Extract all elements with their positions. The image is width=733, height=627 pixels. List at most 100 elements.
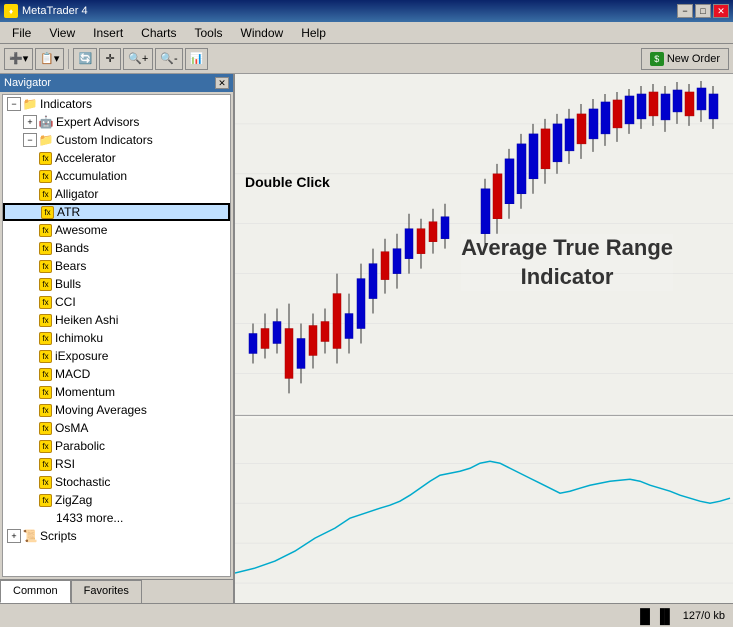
main-content: Navigator ✕ − 📁 Indicators + 🤖 Expert Ad…	[0, 74, 733, 603]
maximize-button[interactable]: □	[695, 4, 711, 18]
tree-item-rsi[interactable]: fx RSI	[3, 455, 230, 473]
navigator-tree: − 📁 Indicators + 🤖 Expert Advisors − 📁 C…	[2, 94, 231, 577]
atr-label: ATR	[57, 205, 80, 219]
toolbar-sep-1	[68, 49, 69, 69]
tree-item-bulls[interactable]: fx Bulls	[3, 275, 230, 293]
cci-label: CCI	[55, 295, 76, 309]
toolbar-btn-zoom-in[interactable]: 🔍+	[123, 48, 153, 70]
menu-insert[interactable]: Insert	[85, 24, 131, 42]
new-order-button[interactable]: $ New Order	[641, 48, 729, 70]
tree-item-iexposure[interactable]: fx iExposure	[3, 347, 230, 365]
toolbar-btn-open[interactable]: 📋▾	[35, 48, 64, 70]
menu-help[interactable]: Help	[293, 24, 334, 42]
tree-item-momentum[interactable]: fx Momentum	[3, 383, 230, 401]
chart-svg	[235, 74, 733, 603]
tree-item-ichimoku[interactable]: fx Ichimoku	[3, 329, 230, 347]
toolbar-btn-crosshair[interactable]: ✛	[99, 48, 121, 70]
awesome-icon: fx	[39, 224, 52, 237]
tree-item-bands[interactable]: fx Bands	[3, 239, 230, 257]
macd-icon: fx	[39, 368, 52, 381]
tree-expert-advisors[interactable]: + 🤖 Expert Advisors	[3, 113, 230, 131]
tree-item-more[interactable]: 1433 more...	[3, 509, 230, 527]
tree-item-moving-averages[interactable]: fx Moving Averages	[3, 401, 230, 419]
stochastic-label: Stochastic	[55, 475, 110, 489]
tree-item-accelerator[interactable]: fx Accelerator	[3, 149, 230, 167]
zigzag-icon: fx	[39, 494, 52, 507]
new-order-label: New Order	[667, 53, 720, 65]
tree-item-cci[interactable]: fx CCI	[3, 293, 230, 311]
chart-area[interactable]: Double Click Average True Range Indicato…	[235, 74, 733, 603]
ichimoku-icon: fx	[39, 332, 52, 345]
menu-tools[interactable]: Tools	[187, 24, 231, 42]
tree-custom-indicators[interactable]: − 📁 Custom Indicators	[3, 131, 230, 149]
title-bar-left: ♦ MetaTrader 4	[4, 4, 88, 18]
tab-common[interactable]: Common	[0, 580, 71, 603]
accumulation-label: Accumulation	[55, 169, 127, 183]
tree-item-alligator[interactable]: fx Alligator	[3, 185, 230, 203]
tree-item-stochastic[interactable]: fx Stochastic	[3, 473, 230, 491]
tree-item-heiken-ashi[interactable]: fx Heiken Ashi	[3, 311, 230, 329]
toolbar-btn-new[interactable]: ➕▾	[4, 48, 33, 70]
atr-label-line2: Indicator	[461, 263, 673, 292]
navigator-header: Navigator ✕	[0, 74, 233, 92]
expand-custom[interactable]: −	[23, 133, 37, 147]
bands-icon: fx	[39, 242, 52, 255]
osma-icon: fx	[39, 422, 52, 435]
minimize-button[interactable]: −	[677, 4, 693, 18]
awesome-label: Awesome	[55, 223, 107, 237]
expand-scripts[interactable]: +	[7, 529, 21, 543]
navigator-close-button[interactable]: ✕	[215, 77, 229, 89]
tree-item-atr[interactable]: fx ATR	[3, 203, 230, 221]
tree-item-macd[interactable]: fx MACD	[3, 365, 230, 383]
tree-indicators[interactable]: − 📁 Indicators	[3, 95, 230, 113]
tree-item-parabolic[interactable]: fx Parabolic	[3, 437, 230, 455]
atr-label-line1: Average True Range	[461, 234, 673, 263]
menu-bar: File View Insert Charts Tools Window Hel…	[0, 22, 733, 44]
parabolic-label: Parabolic	[55, 439, 105, 453]
tree-item-awesome[interactable]: fx Awesome	[3, 221, 230, 239]
momentum-label: Momentum	[55, 385, 115, 399]
navigator-panel: Navigator ✕ − 📁 Indicators + 🤖 Expert Ad…	[0, 74, 235, 603]
new-order-icon: $	[650, 52, 664, 66]
tab-favorites[interactable]: Favorites	[71, 580, 142, 603]
tree-scroll[interactable]: − 📁 Indicators + 🤖 Expert Advisors − 📁 C…	[3, 95, 230, 576]
status-memory: 127/0 kb	[683, 610, 725, 622]
momentum-icon: fx	[39, 386, 52, 399]
iexposure-icon: fx	[39, 350, 52, 363]
toolbar: ➕▾ 📋▾ 🔄 ✛ 🔍+ 🔍- 📊 $ New Order	[0, 44, 733, 74]
toolbar-btn-chart[interactable]: 📊	[185, 48, 209, 70]
tree-item-zigzag[interactable]: fx ZigZag	[3, 491, 230, 509]
cci-icon: fx	[39, 296, 52, 309]
heiken-ashi-label: Heiken Ashi	[55, 313, 118, 327]
accelerator-icon: fx	[39, 152, 52, 165]
tree-item-osma[interactable]: fx OsMA	[3, 419, 230, 437]
menu-file[interactable]: File	[4, 24, 39, 42]
accelerator-label: Accelerator	[55, 151, 116, 165]
close-button[interactable]: ✕	[713, 4, 729, 18]
ichimoku-label: Ichimoku	[55, 331, 103, 345]
alligator-label: Alligator	[55, 187, 98, 201]
bears-icon: fx	[39, 260, 52, 273]
bulls-label: Bulls	[55, 277, 81, 291]
stochastic-icon: fx	[39, 476, 52, 489]
tree-item-accumulation[interactable]: fx Accumulation	[3, 167, 230, 185]
accumulation-icon: fx	[39, 170, 52, 183]
more-icon	[39, 511, 53, 525]
indicators-label: Indicators	[40, 97, 92, 111]
tree-scripts[interactable]: + 📜 Scripts	[3, 527, 230, 545]
toolbar-btn-zoom-out[interactable]: 🔍-	[155, 48, 182, 70]
menu-view[interactable]: View	[41, 24, 83, 42]
osma-label: OsMA	[55, 421, 88, 435]
atr-indicator-label: Average True Range Indicator	[461, 234, 673, 291]
tree-item-bears[interactable]: fx Bears	[3, 257, 230, 275]
toolbar-btn-refresh[interactable]: 🔄	[73, 48, 97, 70]
menu-charts[interactable]: Charts	[133, 24, 184, 42]
menu-window[interactable]: Window	[233, 24, 292, 42]
expand-experts[interactable]: +	[23, 115, 37, 129]
scripts-label: Scripts	[40, 529, 77, 543]
macd-label: MACD	[55, 367, 90, 381]
expand-indicators[interactable]: −	[7, 97, 21, 111]
rsi-label: RSI	[55, 457, 75, 471]
title-bar-buttons: − □ ✕	[677, 4, 729, 18]
status-bars-icon: ▐▌▐▌	[635, 608, 675, 624]
